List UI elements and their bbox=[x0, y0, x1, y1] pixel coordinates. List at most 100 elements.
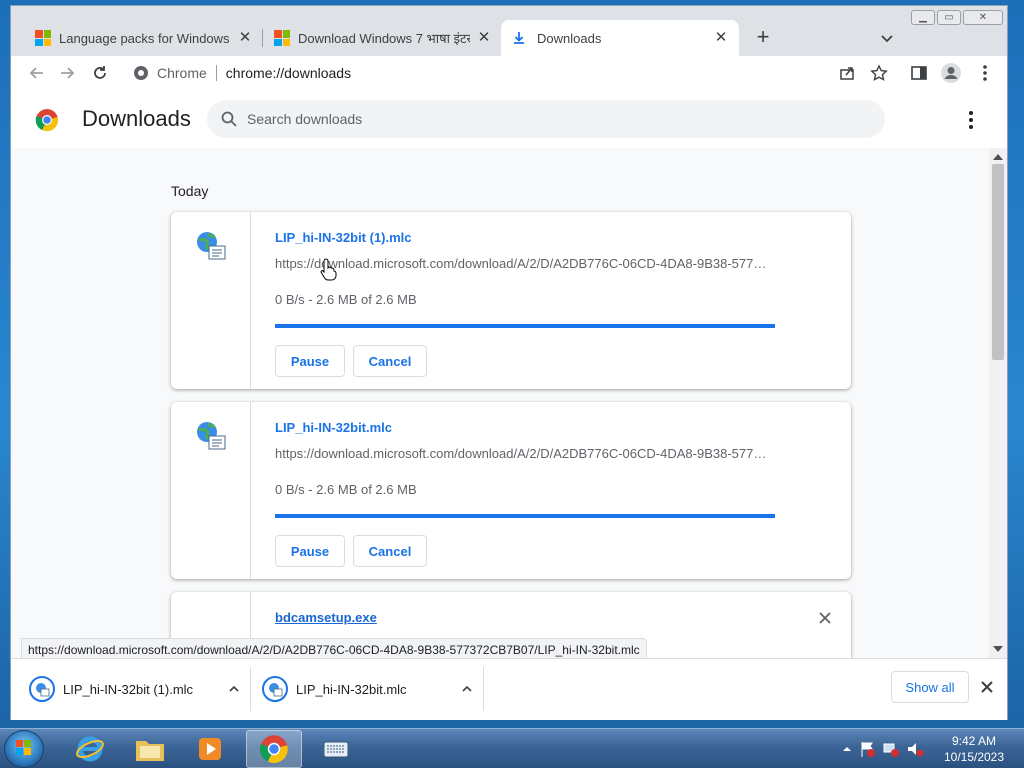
toolbar: Chrome chrome://downloads bbox=[11, 56, 1007, 90]
tab-language-packs[interactable]: Language packs for Windows - Microsoft S… bbox=[25, 20, 263, 56]
close-shelf-icon[interactable] bbox=[979, 679, 995, 695]
minimize-button[interactable]: ▁ bbox=[911, 10, 935, 25]
tab-separator bbox=[262, 29, 263, 47]
shelf-download-item[interactable]: LIP_hi-IN-32bit (1).mlc bbox=[29, 659, 241, 719]
new-tab-button[interactable]: + bbox=[751, 26, 775, 50]
omnibox-divider bbox=[215, 65, 217, 81]
shelf-file-icon bbox=[262, 676, 288, 702]
taskbar-internet-explorer[interactable] bbox=[62, 730, 118, 768]
chevron-up-icon[interactable] bbox=[460, 682, 474, 696]
cancel-button[interactable]: Cancel bbox=[353, 535, 427, 567]
tab-search-icon[interactable] bbox=[877, 28, 897, 48]
chrome-site-icon bbox=[134, 66, 148, 80]
shelf-filename: LIP_hi-IN-32bit (1).mlc bbox=[63, 681, 194, 697]
forward-button[interactable] bbox=[55, 61, 79, 85]
taskbar-media-player[interactable] bbox=[182, 730, 238, 768]
bookmark-button[interactable] bbox=[867, 61, 891, 85]
windows-taskbar: 9:42 AM 10/15/2023 bbox=[0, 728, 1024, 768]
action-center-flag-icon[interactable] bbox=[858, 740, 876, 758]
mlc-file-globe-icon bbox=[197, 232, 226, 260]
download-progress-bar bbox=[275, 514, 775, 518]
download-filename-link[interactable]: bdcamsetup.exe bbox=[275, 610, 377, 625]
mlc-file-globe-icon bbox=[197, 422, 226, 450]
download-status: 0 B/s - 2.6 MB of 2.6 MB bbox=[275, 482, 417, 497]
tab-close-icon[interactable]: ✕ bbox=[713, 30, 729, 46]
volume-muted-icon[interactable] bbox=[906, 740, 924, 758]
share-button[interactable] bbox=[835, 61, 859, 85]
network-icon[interactable] bbox=[882, 740, 900, 758]
pause-button[interactable]: Pause bbox=[275, 535, 345, 567]
chrome-logo-icon bbox=[35, 109, 58, 132]
maximize-button[interactable]: ▭ bbox=[937, 10, 961, 25]
system-tray bbox=[842, 729, 924, 768]
back-arrow-icon bbox=[29, 67, 43, 79]
system-clock[interactable]: 9:42 AM 10/15/2023 bbox=[934, 733, 1014, 765]
tab-title: Downloads bbox=[537, 30, 602, 46]
remove-from-list-icon[interactable] bbox=[817, 610, 833, 626]
share-icon bbox=[840, 67, 854, 80]
taskbar-on-screen-keyboard[interactable] bbox=[308, 730, 364, 768]
clock-date: 10/15/2023 bbox=[943, 750, 1005, 764]
search-icon bbox=[221, 111, 237, 127]
profile-button[interactable] bbox=[939, 61, 963, 85]
back-button[interactable] bbox=[25, 61, 49, 85]
tab-downloads[interactable]: Downloads ✕ bbox=[501, 20, 739, 56]
download-arrow-icon bbox=[514, 32, 524, 44]
downloads-menu-button[interactable] bbox=[963, 108, 979, 132]
shelf-filename: LIP_hi-IN-32bit.mlc bbox=[296, 681, 407, 697]
shelf-separator bbox=[483, 667, 484, 711]
side-panel-button[interactable] bbox=[907, 61, 931, 85]
start-button[interactable] bbox=[4, 730, 44, 768]
download-filename-link[interactable]: LIP_hi-IN-32bit (1).mlc bbox=[275, 230, 412, 245]
download-status: 0 B/s - 2.6 MB of 2.6 MB bbox=[275, 292, 417, 307]
chevron-up-icon[interactable] bbox=[227, 682, 241, 696]
chrome-menu-button[interactable] bbox=[973, 61, 997, 85]
tab-close-icon[interactable]: ✕ bbox=[237, 30, 253, 46]
scrollbar-thumb[interactable] bbox=[992, 164, 1004, 360]
keyboard-icon bbox=[323, 741, 349, 758]
shelf-separator bbox=[250, 667, 251, 711]
forward-arrow-icon bbox=[61, 67, 75, 79]
download-shelf: LIP_hi-IN-32bit (1).mlc LIP_hi-IN-32bit.… bbox=[11, 658, 1007, 720]
shelf-file-icon bbox=[29, 676, 55, 702]
show-all-button[interactable]: Show all bbox=[891, 671, 969, 703]
site-label: Chrome bbox=[157, 65, 207, 81]
progress-fill bbox=[275, 324, 775, 328]
download-source-url[interactable]: https://download.microsoft.com/download/… bbox=[275, 256, 775, 271]
tab-strip: Language packs for Windows - Microsoft S… bbox=[11, 6, 1007, 56]
menu-dot bbox=[969, 125, 973, 129]
download-item: LIP_hi-IN-32bit (1).mlc https://download… bbox=[171, 212, 851, 389]
reload-button[interactable] bbox=[88, 61, 112, 85]
page-scrollbar[interactable] bbox=[989, 148, 1007, 658]
taskbar-chrome[interactable] bbox=[246, 730, 302, 768]
show-hidden-icons-icon[interactable] bbox=[842, 744, 852, 754]
download-filename-link[interactable]: LIP_hi-IN-32bit.mlc bbox=[275, 420, 392, 435]
tab-close-icon[interactable]: ✕ bbox=[476, 30, 492, 46]
internet-explorer-icon bbox=[76, 736, 104, 762]
star-icon bbox=[870, 64, 888, 81]
address-bar[interactable]: Chrome chrome://downloads bbox=[123, 59, 905, 87]
tab-title: Language packs for Windows - Microsoft S… bbox=[59, 30, 231, 46]
menu-dot bbox=[969, 118, 973, 122]
cancel-button[interactable]: Cancel bbox=[353, 345, 427, 377]
microsoft-logo-icon bbox=[35, 30, 51, 46]
close-window-button[interactable]: ✕ bbox=[963, 10, 1003, 25]
scroll-up-arrow-icon[interactable] bbox=[993, 154, 1003, 160]
downloads-page: Downloads Today LIP_hi-IN-32bit ( bbox=[11, 90, 1007, 658]
search-downloads-box[interactable] bbox=[207, 100, 885, 138]
pause-button[interactable]: Pause bbox=[275, 345, 345, 377]
taskbar-file-explorer[interactable] bbox=[122, 730, 178, 768]
shelf-download-item[interactable]: LIP_hi-IN-32bit.mlc bbox=[262, 659, 474, 719]
scroll-down-arrow-icon[interactable] bbox=[993, 646, 1003, 652]
reload-icon bbox=[94, 66, 106, 79]
download-icon-column bbox=[171, 402, 251, 579]
clock-time: 9:42 AM bbox=[951, 734, 997, 748]
more-vert-icon bbox=[983, 65, 987, 81]
url-text: chrome://downloads bbox=[225, 65, 352, 81]
date-section-label: Today bbox=[171, 183, 209, 199]
tab-download-windows7[interactable]: Download Windows 7 भाषा इंटरफ़ेस पैक ✕ bbox=[264, 20, 502, 56]
search-input[interactable] bbox=[247, 111, 847, 127]
tab-title: Download Windows 7 भाषा इंटरफ़ेस पैक bbox=[298, 31, 470, 46]
media-player-icon bbox=[199, 738, 221, 760]
download-source-url[interactable]: https://download.microsoft.com/download/… bbox=[275, 446, 775, 461]
